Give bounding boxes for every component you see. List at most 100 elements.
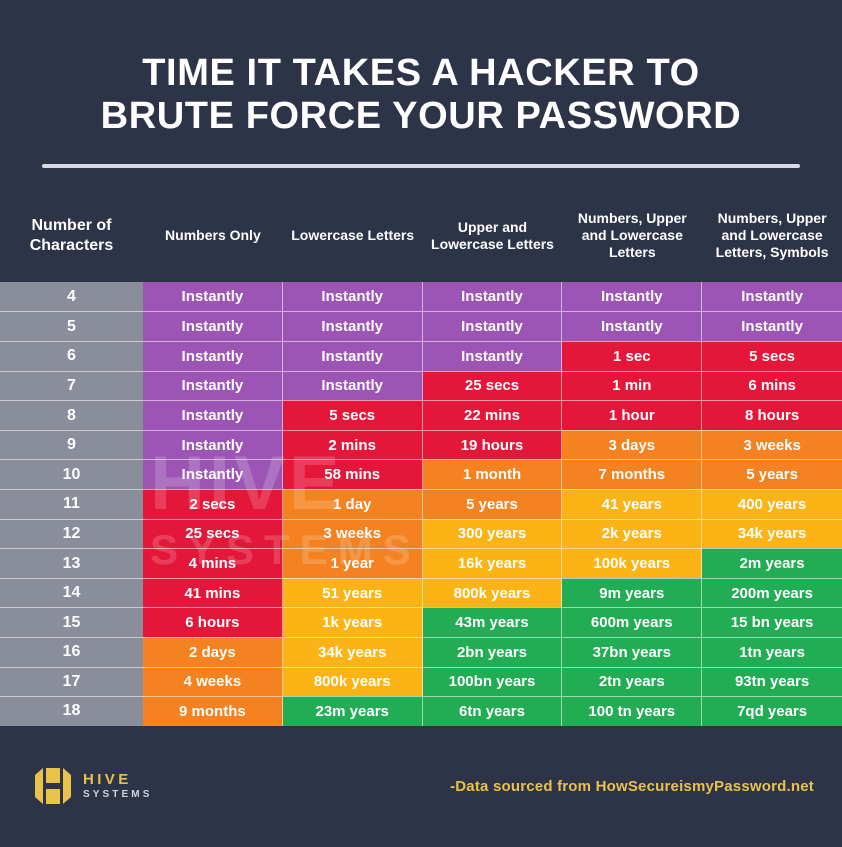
crack-time-cell: Instantly: [422, 341, 563, 371]
crack-time-cell: Instantly: [702, 281, 842, 312]
crack-time-cell: 2k years: [562, 518, 703, 549]
row-character-count: 8: [0, 400, 143, 430]
crack-time-cell: 93tn years: [702, 666, 842, 697]
table-row: 17 4 weeks 800k years 100bn years 2tn years 9…: [0, 666, 842, 697]
crack-time-cell: Instantly: [143, 459, 283, 490]
data-source-credit: -Data sourced from HowSecureismyPassword…: [450, 777, 814, 795]
column-header-characters: Number of Characters: [29, 217, 114, 254]
row-character-count: 7: [0, 370, 143, 401]
crack-time-cell: Instantly: [143, 281, 283, 312]
crack-time-cell: Instantly: [282, 341, 423, 371]
crack-time-cell: 5 years: [422, 489, 563, 519]
logo-wordmark: HIVE SYSTEMS: [83, 772, 153, 801]
crack-time-cell: 100 tn years: [562, 696, 703, 726]
column-header-numbers-upper-lower: Numbers, Upper and Lowercase Letters: [577, 210, 687, 261]
crack-time-cell: 7qd years: [702, 696, 842, 726]
crack-time-cell: Instantly: [562, 311, 703, 342]
table-row: 9 Instantly 2 mins 19 hours 3 days 3 weeks: [0, 429, 842, 460]
table-row: 16 2 days 34k years 2bn years 37bn years 1tn …: [0, 637, 842, 667]
crack-time-cell: 34k years: [702, 518, 842, 549]
crack-time-cell: 41 years: [562, 489, 703, 519]
crack-time-cell: Instantly: [702, 311, 842, 342]
crack-time-cell: 2m years: [702, 548, 842, 578]
table-row: 13 4 mins 1 year 16k years 100k years 2m year…: [0, 548, 842, 578]
crack-time-cell: 100k years: [562, 548, 703, 578]
row-character-count: 14: [0, 577, 143, 608]
table-header-row: Number of Characters Numbers Only Lowerc…: [0, 190, 842, 282]
table-row: 4 Instantly Instantly Instantly Instantly Ins…: [0, 281, 842, 312]
crack-time-cell: 7 months: [562, 459, 703, 490]
crack-time-cell: 1 sec: [562, 341, 703, 371]
table-row: 5 Instantly Instantly Instantly Instantly Ins…: [0, 311, 842, 342]
crack-time-cell: 4 weeks: [143, 666, 283, 697]
password-crack-time-table: 4 Instantly Instantly Instantly Instantly Ins…: [0, 281, 842, 726]
crack-time-cell: Instantly: [143, 370, 283, 401]
title-block: TIME IT TAKES A HACKER TO BRUTE FORCE YO…: [0, 0, 842, 168]
crack-time-cell: 2 mins: [282, 429, 423, 460]
table-row: 15 6 hours 1k years 43m years 600m years 15 b…: [0, 607, 842, 637]
password-bruteforce-infographic: TIME IT TAKES A HACKER TO BRUTE FORCE YO…: [0, 0, 842, 847]
crack-time-cell: 1 min: [562, 370, 703, 401]
crack-time-cell: 1tn years: [702, 637, 842, 667]
footer: HIVE SYSTEMS -Data sourced from HowSecur…: [0, 725, 842, 847]
crack-time-cell: 100bn years: [422, 666, 563, 697]
crack-time-cell: Instantly: [422, 311, 563, 342]
crack-time-cell: Instantly: [143, 400, 283, 430]
page-title-line-2: BRUTE FORCE YOUR PASSWORD: [100, 94, 742, 137]
crack-time-cell: 200m years: [702, 577, 842, 608]
table-row: 6 Instantly Instantly Instantly 1 sec 5 secs: [0, 341, 842, 371]
hive-systems-logo: HIVE SYSTEMS: [32, 764, 153, 808]
crack-time-cell: 23m years: [282, 696, 423, 726]
row-character-count: 13: [0, 548, 143, 578]
crack-time-cell: Instantly: [143, 341, 283, 371]
crack-time-cell: 2bn years: [422, 637, 563, 667]
crack-time-cell: 2tn years: [562, 666, 703, 697]
crack-time-cell: 22 mins: [422, 400, 563, 430]
crack-time-cell: Instantly: [282, 370, 423, 401]
table-row: 18 9 months 23m years 6tn years 100 tn years…: [0, 696, 842, 726]
crack-time-cell: 9m years: [562, 577, 703, 608]
crack-time-cell: 58 mins: [282, 459, 423, 490]
title-divider: [42, 163, 800, 168]
crack-time-cell: 8 hours: [702, 400, 842, 430]
crack-time-cell: 41 mins: [143, 577, 283, 608]
crack-time-cell: Instantly: [143, 429, 283, 460]
crack-time-cell: 1 day: [282, 489, 423, 519]
crack-time-cell: Instantly: [282, 281, 423, 312]
hive-hexagon-logo-icon: [35, 768, 71, 805]
crack-time-cell: 3 weeks: [702, 429, 842, 460]
row-character-count: 9: [0, 429, 143, 460]
crack-time-cell: 5 secs: [282, 400, 423, 430]
row-character-count: 15: [0, 607, 143, 637]
crack-time-cell: 1 hour: [562, 400, 703, 430]
table-row: 10 Instantly 58 mins 1 month 7 months 5 years: [0, 459, 842, 490]
row-character-count: 11: [0, 489, 143, 519]
crack-time-cell: Instantly: [562, 281, 703, 312]
crack-time-cell: 25 secs: [422, 370, 563, 401]
crack-time-cell: 300 years: [422, 518, 563, 549]
crack-time-cell: 15 bn years: [702, 607, 842, 637]
crack-time-cell: 1 month: [422, 459, 563, 490]
row-character-count: 17: [0, 666, 143, 697]
crack-time-cell: 43m years: [422, 607, 563, 637]
crack-time-cell: 2 secs: [143, 489, 283, 519]
table-row: 7 Instantly Instantly 25 secs 1 min 6 mins: [0, 370, 842, 401]
row-character-count: 16: [0, 637, 143, 667]
row-character-count: 18: [0, 696, 143, 726]
crack-time-cell: 19 hours: [422, 429, 563, 460]
crack-time-cell: 6 hours: [143, 607, 283, 637]
logo-hive-text: HIVE: [83, 771, 132, 789]
row-character-count: 4: [0, 281, 143, 312]
crack-time-cell: 34k years: [282, 637, 423, 667]
crack-time-cell: 800k years: [282, 666, 423, 697]
crack-time-cell: 5 years: [702, 459, 842, 490]
column-header-upper-lower: Upper and Lowercase Letters: [431, 218, 554, 252]
crack-time-cell: 600m years: [562, 607, 703, 637]
column-header-lowercase: Lowercase Letters: [291, 227, 415, 244]
crack-time-cell: 800k years: [422, 577, 563, 608]
crack-time-cell: 9 months: [143, 696, 283, 726]
logo-systems-text: SYSTEMS: [83, 788, 153, 800]
crack-time-cell: 1 year: [282, 548, 423, 578]
table-row: 12 25 secs 3 weeks 300 years 2k years 34k yea…: [0, 518, 842, 549]
column-header-numbers-only: Numbers Only: [165, 227, 261, 244]
